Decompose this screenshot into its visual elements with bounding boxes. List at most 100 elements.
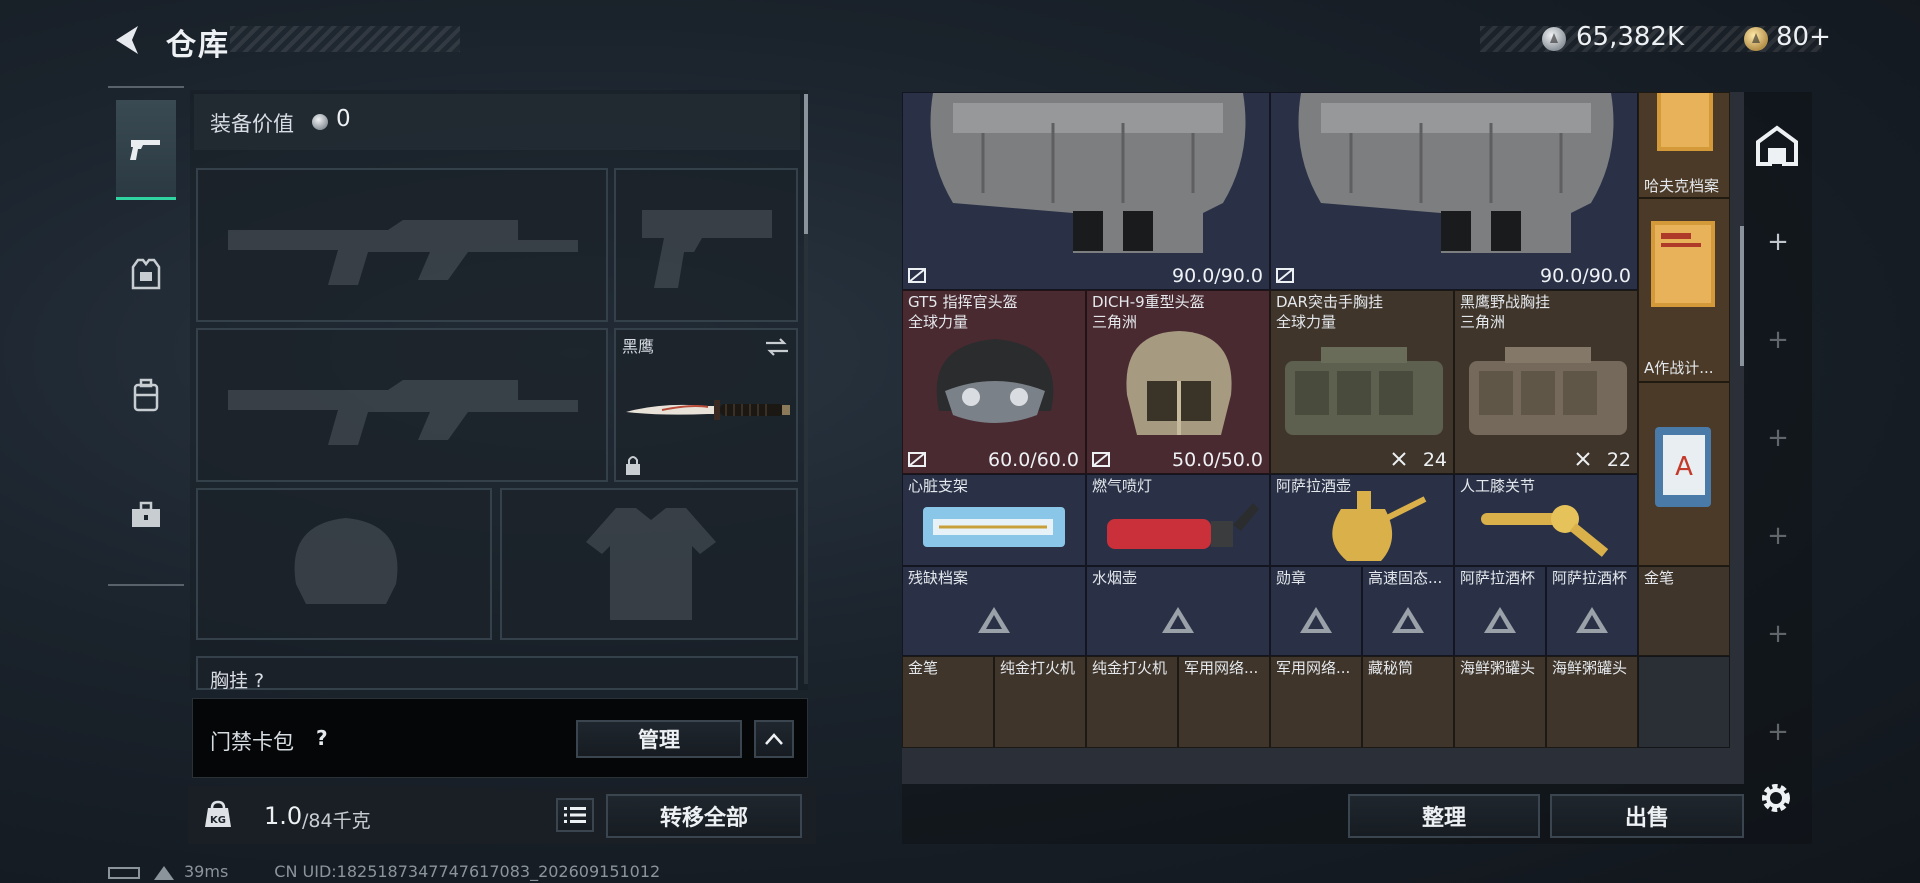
unknown-triangle-icon — [978, 607, 1010, 633]
add-stash-button[interactable]: + — [1766, 719, 1790, 745]
item-name: 阿萨拉酒杯 — [1552, 569, 1628, 587]
stash-item-valuable[interactable]: 心脏支架 — [902, 474, 1086, 566]
stash-item-unidentified[interactable]: 勋章 — [1270, 566, 1362, 656]
folder-icon — [1657, 93, 1713, 151]
help-icon[interactable]: ? — [316, 726, 328, 750]
gold-amount[interactable]: 80+ — [1776, 22, 1831, 52]
gear-icon[interactable] — [1756, 778, 1796, 818]
item-name: 高速固态... — [1368, 569, 1443, 587]
stash-grid: 90.0/90.0 90.0/90.0 哈夫克档案 A作战计... A 金笔 G… — [902, 92, 1744, 784]
sell-button[interactable]: 出售 — [1550, 794, 1744, 838]
transfer-all-button[interactable]: 转移全部 — [606, 794, 802, 838]
durability-icon — [908, 268, 926, 283]
item-name: A作战计... — [1644, 359, 1714, 377]
armor-silhouette-icon — [586, 508, 716, 620]
status-bar: 39ms CN UID:1825187347747617083_202609151… — [108, 862, 660, 881]
weight-capacity: /84千克 — [302, 810, 371, 832]
title-stripe — [230, 26, 460, 52]
stash-empty-cell[interactable] — [1638, 656, 1730, 748]
tab-toolbox[interactable] — [116, 465, 176, 565]
sort-button[interactable]: 整理 — [1348, 794, 1540, 838]
stash-item-armor[interactable]: 90.0/90.0 — [902, 92, 1270, 290]
back-arrow-icon[interactable] — [108, 22, 148, 58]
item-name: 哈夫克档案 — [1644, 177, 1720, 195]
add-stash-button[interactable]: + — [1766, 523, 1790, 549]
durability-icon — [1092, 452, 1110, 467]
collapse-button[interactable] — [754, 720, 794, 758]
silver-coin-icon — [312, 114, 328, 130]
unknown-triangle-icon — [1392, 607, 1424, 633]
tab-armor[interactable] — [116, 225, 176, 325]
stash-item-unidentified[interactable]: 高速固态... — [1362, 566, 1454, 656]
item-name: 藏秘筒 — [1368, 659, 1414, 677]
stash-item-valuable[interactable]: 纯金打火机 — [994, 656, 1086, 748]
stash-item-helmet[interactable]: DICH-9重型头盔 三角洲 50.0/50.0 — [1086, 290, 1270, 474]
add-stash-button[interactable]: + — [1766, 229, 1790, 255]
body-armor-icon — [1298, 93, 1614, 253]
stash-item-unidentified[interactable]: 残缺档案 — [902, 566, 1086, 656]
body-armor-slot[interactable] — [500, 488, 798, 640]
svg-text:A: A — [1675, 452, 1693, 482]
folder-icon — [1651, 221, 1715, 307]
stash-item-valuable[interactable]: 藏秘筒 — [1362, 656, 1454, 748]
add-stash-button[interactable]: + — [1766, 621, 1790, 647]
item-name: DICH-9重型头盔 — [1092, 293, 1205, 311]
stash-item-valuable[interactable]: 阿萨拉酒壶 — [1270, 474, 1454, 566]
stash-item-armor[interactable]: 90.0/90.0 — [1270, 92, 1638, 290]
item-name: DAR突击手胸挂 — [1276, 293, 1383, 311]
stash-item-unidentified[interactable]: 阿萨拉酒杯 — [1454, 566, 1546, 656]
stash-scrollbar-thumb[interactable] — [1740, 226, 1744, 366]
helmet-slot[interactable] — [196, 488, 492, 640]
swap-icon[interactable] — [764, 336, 790, 358]
item-durability: 60.0/60.0 — [987, 449, 1079, 471]
stash-item-unidentified[interactable]: 阿萨拉酒杯 — [1546, 566, 1638, 656]
stash-item-chest-rig[interactable]: DAR突击手胸挂 全球力量 24 — [1270, 290, 1454, 474]
weight-icon: KG — [205, 800, 231, 827]
stash-item-document[interactable]: 哈夫克档案 — [1638, 92, 1730, 198]
item-faction: 全球力量 — [908, 313, 969, 331]
chest-rig-section[interactable]: 胸挂 ? — [196, 656, 798, 692]
item-name: 勋章 — [1276, 569, 1307, 587]
stash-item-valuable[interactable]: 金笔 — [1638, 566, 1730, 656]
stash-item-helmet[interactable]: GT5 指挥官头盔 全球力量 60.0/60.0 — [902, 290, 1086, 474]
equipment-value: 0 — [336, 106, 351, 132]
pistol-slot[interactable] — [614, 168, 798, 322]
add-stash-button[interactable]: + — [1766, 425, 1790, 451]
equipment-scrollbar-thumb[interactable] — [804, 94, 808, 234]
stash-item-tool[interactable]: 燃气喷灯 — [1086, 474, 1270, 566]
stash-item-document[interactable]: A作战计... — [1638, 198, 1730, 382]
slots-icon — [1392, 452, 1406, 466]
add-stash-button[interactable]: + — [1766, 327, 1790, 353]
lock-icon — [626, 456, 640, 475]
list-view-button[interactable] — [556, 798, 594, 832]
stash-item-consumable[interactable]: 海鲜粥罐头 — [1546, 656, 1638, 748]
stash-item-valuable[interactable]: 军用网络... — [1270, 656, 1362, 748]
manage-button[interactable]: 管理 — [576, 720, 742, 758]
silver-amount: 65,382K — [1576, 22, 1685, 52]
melee-slot-label: 黑鹰 — [622, 337, 655, 356]
melee-slot[interactable]: 黑鹰 — [614, 328, 798, 482]
kg-badge: KG — [210, 815, 226, 826]
secondary-weapon-slot[interactable] — [196, 328, 608, 482]
chest-rig-icon — [1469, 347, 1627, 435]
backpack-icon — [133, 378, 159, 412]
primary-weapon-slot[interactable] — [196, 168, 608, 322]
stash-item-unidentified[interactable]: 水烟壶 — [1086, 566, 1270, 656]
helmet-icon — [1126, 331, 1232, 435]
rifle-silhouette-icon — [228, 220, 578, 285]
item-name: 海鲜粥罐头 — [1552, 659, 1628, 677]
stash-item-consumable[interactable]: 海鲜粥罐头 — [1454, 656, 1546, 748]
durability-icon — [1276, 268, 1294, 283]
stash-item-chest-rig[interactable]: 黑鹰野战胸挂 三角洲 22 — [1454, 290, 1638, 474]
stash-item-document[interactable]: A — [1638, 382, 1730, 566]
item-durability: 90.0/90.0 — [1171, 265, 1263, 287]
stash-item-valuable[interactable]: 军用网络... — [1178, 656, 1270, 748]
stash-item-valuable[interactable]: 人工膝关节 — [1454, 474, 1638, 566]
stash-item-valuable[interactable]: 金笔 — [902, 656, 994, 748]
tab-backpack[interactable] — [116, 345, 176, 445]
equipment-value-label: 装备价值 — [210, 112, 294, 136]
tab-weapons[interactable] — [116, 100, 176, 200]
durability-icon — [908, 452, 926, 467]
stash-item-valuable[interactable]: 纯金打火机 — [1086, 656, 1178, 748]
stash-home-icon[interactable] — [1754, 124, 1800, 168]
